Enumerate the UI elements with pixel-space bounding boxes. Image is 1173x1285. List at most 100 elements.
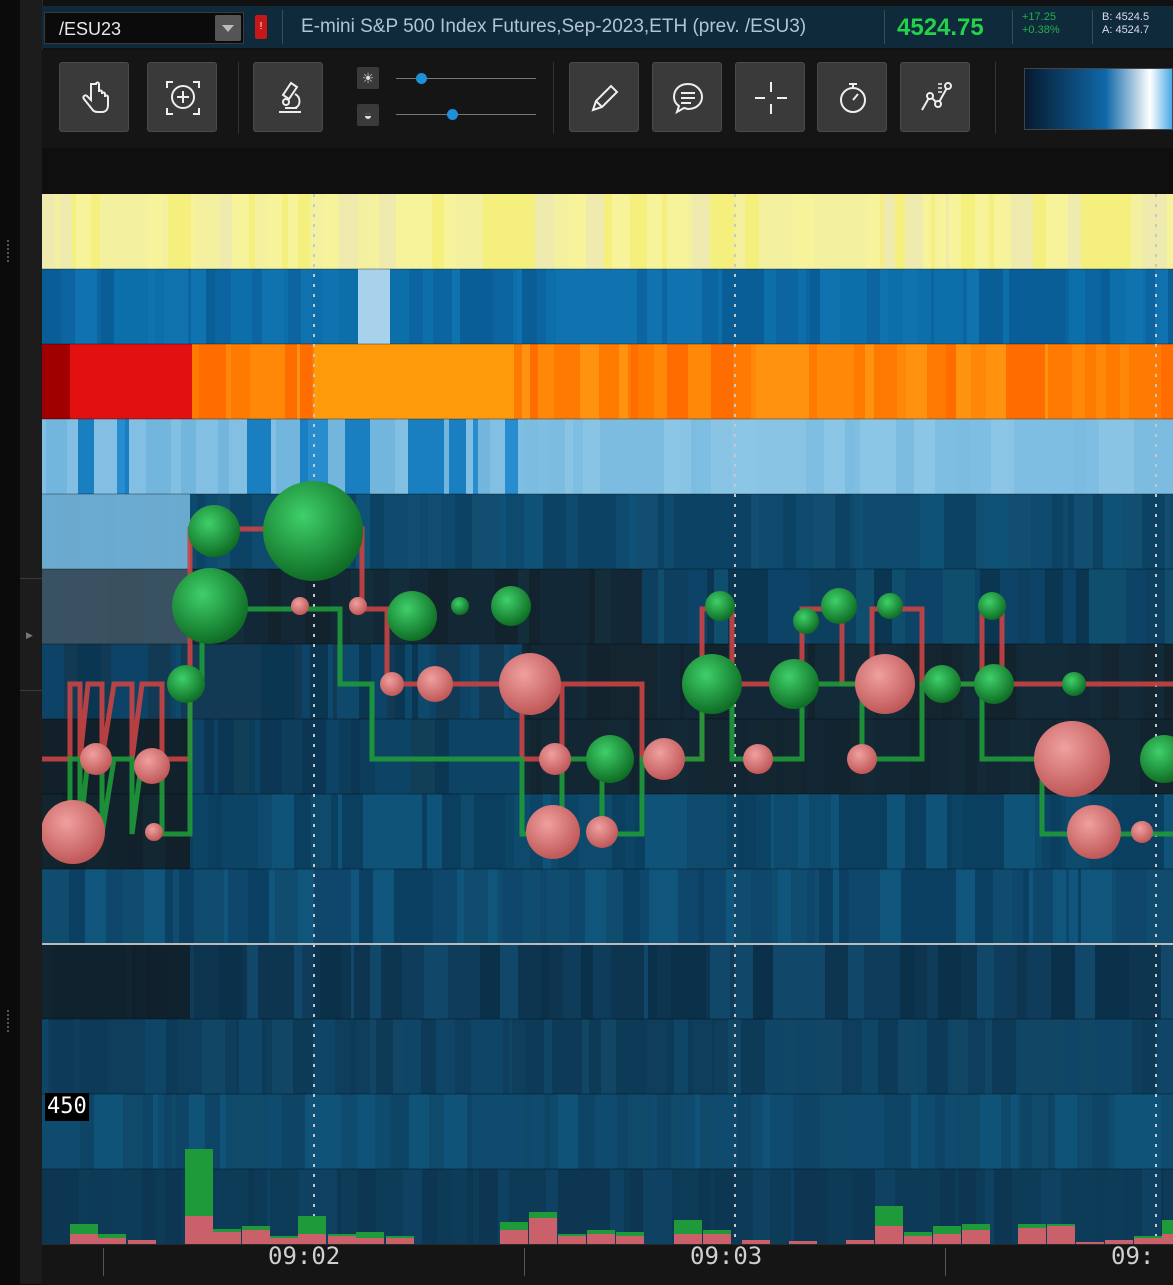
- buy-trade-bubble: [793, 608, 819, 634]
- sell-trade-bubble: [42, 800, 105, 864]
- instrument-description: E-mini S&P 500 Index Futures,Sep-2023,ET…: [301, 16, 807, 37]
- sell-volume-bar: [185, 1216, 213, 1244]
- sell-volume-bar: [558, 1236, 586, 1244]
- time-label: 09:: [1111, 1242, 1155, 1270]
- sell-volume-bar: [1162, 1234, 1173, 1244]
- trend-tool-button[interactable]: [900, 62, 970, 132]
- gutter-divider: [20, 578, 42, 579]
- sell-volume-bar: [529, 1218, 557, 1244]
- microscope-tool-button[interactable]: [253, 62, 323, 132]
- sell-trade-bubble: [847, 744, 877, 774]
- zoom-tool-button[interactable]: [147, 62, 217, 132]
- timer-tool-button[interactable]: [817, 62, 887, 132]
- buy-trade-bubble: [451, 597, 469, 615]
- sell-volume-bar: [904, 1236, 932, 1244]
- change-percent: +0.38%: [1022, 24, 1060, 36]
- contrast-icon: ◒: [357, 104, 379, 126]
- bid-ask: B: 4524.5 A: 4524.7: [1102, 11, 1149, 37]
- sell-trade-bubble: [417, 666, 453, 702]
- heatmap-color-scale[interactable]: [1024, 68, 1173, 130]
- buy-trade-bubble: [263, 481, 363, 581]
- hand-pointer-icon: [82, 81, 109, 113]
- time-axis[interactable]: [42, 1244, 1173, 1285]
- buy-trade-bubble: [167, 665, 205, 703]
- change-absolute: +17.25: [1022, 11, 1056, 23]
- sell-volume-bar: [875, 1226, 903, 1244]
- sell-trade-bubble: [1131, 821, 1153, 843]
- symbol-selector[interactable]: /ESU23: [44, 12, 244, 44]
- sell-volume-bar: [962, 1230, 990, 1244]
- time-tick: [524, 1248, 525, 1276]
- time-tick: [945, 1248, 946, 1276]
- gutter-grip[interactable]: [7, 240, 9, 262]
- price-level-label: 450: [45, 1093, 89, 1121]
- order-book-heatmap[interactable]: [42, 194, 1173, 1244]
- sell-volume-bar: [933, 1234, 961, 1244]
- sell-trade-bubble: [145, 823, 163, 841]
- contrast-slider[interactable]: [396, 114, 536, 115]
- drawing-tool-button[interactable]: [569, 62, 639, 132]
- header-divider: [1012, 10, 1013, 44]
- header-divider: [282, 10, 283, 44]
- brightness-icon: ☀: [357, 67, 379, 89]
- sell-trade-bubble: [539, 743, 571, 775]
- hand-tool-button[interactable]: [59, 62, 129, 132]
- heatmap-canvas[interactable]: [42, 194, 1173, 1244]
- sell-trade-bubble: [526, 805, 580, 859]
- sell-trade-bubble: [743, 744, 773, 774]
- sell-trade-bubble: [380, 672, 404, 696]
- header-divider: [884, 10, 885, 44]
- sell-trade-bubble: [1067, 805, 1121, 859]
- microscope-icon: [279, 81, 301, 113]
- sell-trade-bubble: [80, 743, 112, 775]
- sell-trade-bubble: [291, 597, 309, 615]
- left-panel-gutter[interactable]: [20, 0, 43, 1284]
- gutter-divider: [20, 690, 42, 691]
- sell-volume-bar: [1018, 1228, 1046, 1244]
- buy-trade-bubble: [586, 735, 634, 783]
- buy-trade-bubble: [978, 592, 1006, 620]
- indicator-header-row: [42, 148, 1173, 194]
- sell-trade-bubble: [134, 748, 170, 784]
- buy-trade-bubble: [682, 654, 742, 714]
- bid-price: B: 4524.5: [1102, 11, 1150, 23]
- alert-badge[interactable]: !: [255, 15, 267, 39]
- sell-trade-bubble: [643, 738, 685, 780]
- crosshair-tool-button[interactable]: [735, 62, 805, 132]
- toolbar-divider: [995, 62, 996, 134]
- comment-tool-button[interactable]: [652, 62, 722, 132]
- sell-volume-bar: [242, 1230, 270, 1244]
- buy-trade-bubble: [821, 588, 857, 624]
- bookmap-window: ▶ /ESU23 ! E-mini S&P 500 Index Futures,…: [0, 0, 1173, 1285]
- gutter-grip[interactable]: [7, 1010, 9, 1032]
- buy-trade-bubble: [974, 664, 1014, 704]
- buy-trade-bubble: [172, 568, 248, 644]
- window-left-edge: [0, 0, 20, 1284]
- sell-volume-bar: [213, 1232, 241, 1244]
- sell-trade-bubble: [1034, 721, 1110, 797]
- buy-trade-bubble: [1062, 672, 1086, 696]
- stopwatch-icon: [840, 83, 866, 113]
- collapse-arrow-icon[interactable]: ▶: [26, 630, 33, 641]
- time-tick: [103, 1248, 104, 1276]
- zoom-target-icon: [166, 81, 200, 115]
- sell-trade-bubble: [349, 597, 367, 615]
- sell-volume-bar: [587, 1234, 615, 1244]
- buy-trade-bubble: [491, 586, 531, 626]
- last-price: 4524.75: [897, 14, 984, 41]
- toolbar-divider: [238, 62, 239, 134]
- crosshair-icon: [755, 82, 787, 114]
- time-label: 09:03: [690, 1242, 763, 1270]
- speech-bubble-icon: [672, 82, 704, 115]
- symbol-value: /ESU23: [59, 19, 122, 39]
- contrast-slider-handle[interactable]: [447, 109, 458, 120]
- chevron-down-icon[interactable]: [215, 15, 241, 41]
- price-change: +17.25 +0.38%: [1022, 11, 1060, 37]
- sell-volume-bar: [70, 1234, 98, 1244]
- sell-volume-bar: [1047, 1226, 1075, 1244]
- sell-volume-bar: [616, 1236, 644, 1244]
- buy-trade-bubble: [705, 591, 735, 621]
- buy-trade-bubble: [923, 665, 961, 703]
- line-chart-icon: [921, 82, 952, 111]
- sell-trade-bubble: [855, 654, 915, 714]
